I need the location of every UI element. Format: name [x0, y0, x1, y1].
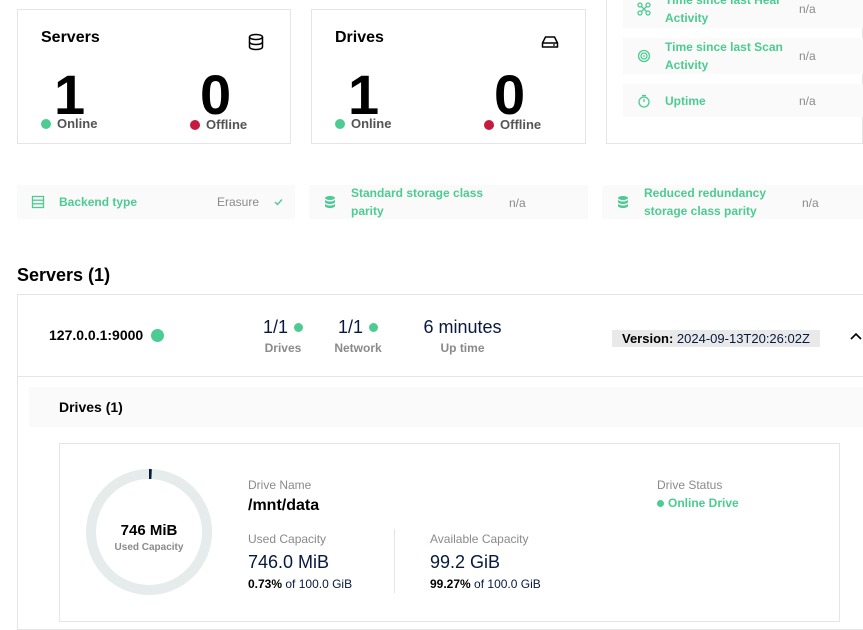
uptime-label: Uptime: [665, 93, 706, 108]
servers-section-title: Servers (1): [17, 265, 111, 285]
servers-summary-card: Servers 1 Online 0 Offline: [17, 9, 291, 144]
version-label: Version:: [622, 331, 674, 346]
backend-type-label: Backend type: [59, 195, 138, 209]
server-network-stat: 1/1 Network: [328, 317, 388, 355]
servers-online-label: Online: [57, 116, 98, 131]
scan-activity-label: Time since last Scan Activity: [665, 40, 783, 72]
used-capacity-value: 746.0 MiB: [248, 552, 330, 572]
backend-type-value: Erasure: [217, 195, 260, 209]
drives-offline-status: Offline: [484, 117, 541, 132]
drives-offline-count: 0: [494, 63, 526, 126]
used-capacity-percent: 0.73% of 100.0 GiB: [248, 577, 352, 591]
avail-pct: 99.27%: [430, 577, 471, 591]
server-uptime-label: Up time: [440, 341, 485, 355]
capacity-divider: [394, 529, 395, 593]
offline-dot: [484, 119, 494, 130]
server-network-label: Network: [334, 341, 382, 355]
standard-parity-label: Standard storage class parity: [351, 186, 484, 218]
heal-activity-label: Time since last Heal Activity: [665, 0, 780, 25]
servers-online-status: Online: [41, 116, 97, 131]
drives-online-count: 1: [348, 63, 380, 126]
server-online-dot: [151, 328, 165, 342]
version-value: 2024-09-13T20:26:02Z: [676, 331, 810, 346]
drives-card-title: Drives: [335, 29, 384, 46]
server-uptime-value: 6 minutes: [423, 317, 502, 337]
heal-icon: [637, 2, 651, 16]
storage-icon: [618, 196, 628, 208]
offline-dot: [190, 119, 200, 130]
server-panel: 127.0.0.1:9000 1/1 Drives 1/1 Network 6 …: [17, 294, 863, 630]
drive-name-label: Drive Name: [248, 478, 312, 492]
standard-parity-value: n/a: [509, 196, 526, 210]
server-drives-label: Drives: [264, 341, 302, 355]
backend-type-pill: Backend type Erasure: [17, 185, 295, 219]
online-dot: [335, 118, 345, 129]
scan-icon: [637, 49, 651, 63]
server-uptime-stat: 6 minutes Up time: [405, 317, 520, 355]
scan-activity-row: Time since last Scan Activity n/a: [623, 38, 863, 74]
server-drives-stat: 1/1 Drives: [258, 317, 308, 355]
drives-subheader: Drives (1): [29, 387, 863, 427]
check-icon: [274, 199, 283, 206]
server-name: 127.0.0.1:9000: [49, 327, 165, 343]
drives-online-dot: [294, 323, 304, 332]
servers-online-count: 1: [54, 63, 86, 126]
activity-panel: Time since last Heal Activity n/a Time s…: [606, 0, 863, 144]
available-capacity-value: 99.2 GiB: [430, 552, 501, 572]
drive-card: 746 MiB Used Capacity Drive Name /mnt/da…: [59, 443, 840, 622]
server-network-value: 1/1: [337, 317, 364, 337]
drives-online-label: Online: [351, 116, 392, 131]
servers-offline-count: 0: [200, 63, 232, 126]
timer-icon: [638, 94, 650, 108]
online-dot: [41, 118, 51, 129]
network-online-dot: [369, 323, 379, 332]
servers-offline-label: Offline: [206, 117, 248, 132]
drive-status-label: Drive Status: [657, 478, 723, 492]
server-address: 127.0.0.1:9000: [49, 327, 144, 343]
standard-parity-pill: Standard storage class parity n/a: [309, 185, 588, 219]
heal-activity-row: Time since last Heal Activity n/a: [623, 0, 863, 28]
version-badge: Version: 2024-09-13T20:26:02Z: [612, 330, 820, 347]
used-capacity-label: Used Capacity: [248, 532, 327, 546]
drive-status-dot: [657, 499, 664, 507]
storage-icon: [325, 196, 335, 208]
chevron-up-icon[interactable]: [849, 329, 863, 343]
used-pct: 0.73%: [248, 577, 283, 591]
uptime-row: Uptime n/a: [623, 84, 863, 117]
used-of: of 100.0 GiB: [285, 577, 353, 591]
server-drives-value: 1/1: [262, 317, 289, 337]
drives-section-title: Drives (1): [59, 399, 123, 415]
heal-activity-value: n/a: [799, 2, 816, 16]
donut-label: Used Capacity: [114, 542, 184, 553]
hard-drive-icon: [541, 36, 559, 48]
avail-of: of 100.0 GiB: [474, 577, 541, 591]
drives-offline-label: Offline: [500, 117, 542, 132]
servers-offline-status: Offline: [190, 117, 247, 132]
reduced-parity-label: Reduced redundancy storage class parity: [644, 186, 767, 218]
list-icon: [31, 195, 45, 209]
reduced-parity-value: n/a: [802, 196, 819, 210]
database-icon: [248, 33, 264, 51]
server-header-row[interactable]: 127.0.0.1:9000 1/1 Drives 1/1 Network 6 …: [18, 295, 863, 377]
available-capacity-label: Available Capacity: [430, 532, 529, 546]
drive-status: Online Drive: [657, 496, 739, 510]
servers-card-title: Servers: [41, 29, 100, 46]
reduced-parity-pill: Reduced redundancy storage class parity …: [602, 185, 863, 219]
available-capacity-percent: 99.27% of 100.0 GiB: [430, 577, 541, 591]
drives-online-status: Online: [335, 116, 391, 131]
drive-name: /mnt/data: [248, 497, 320, 514]
drive-status-value: Online Drive: [668, 496, 739, 510]
drives-summary-card: Drives 1 Online 0 Offline: [311, 9, 586, 144]
scan-activity-value: n/a: [799, 49, 816, 63]
donut-value: 746 MiB: [120, 522, 178, 539]
uptime-value: n/a: [799, 93, 816, 108]
